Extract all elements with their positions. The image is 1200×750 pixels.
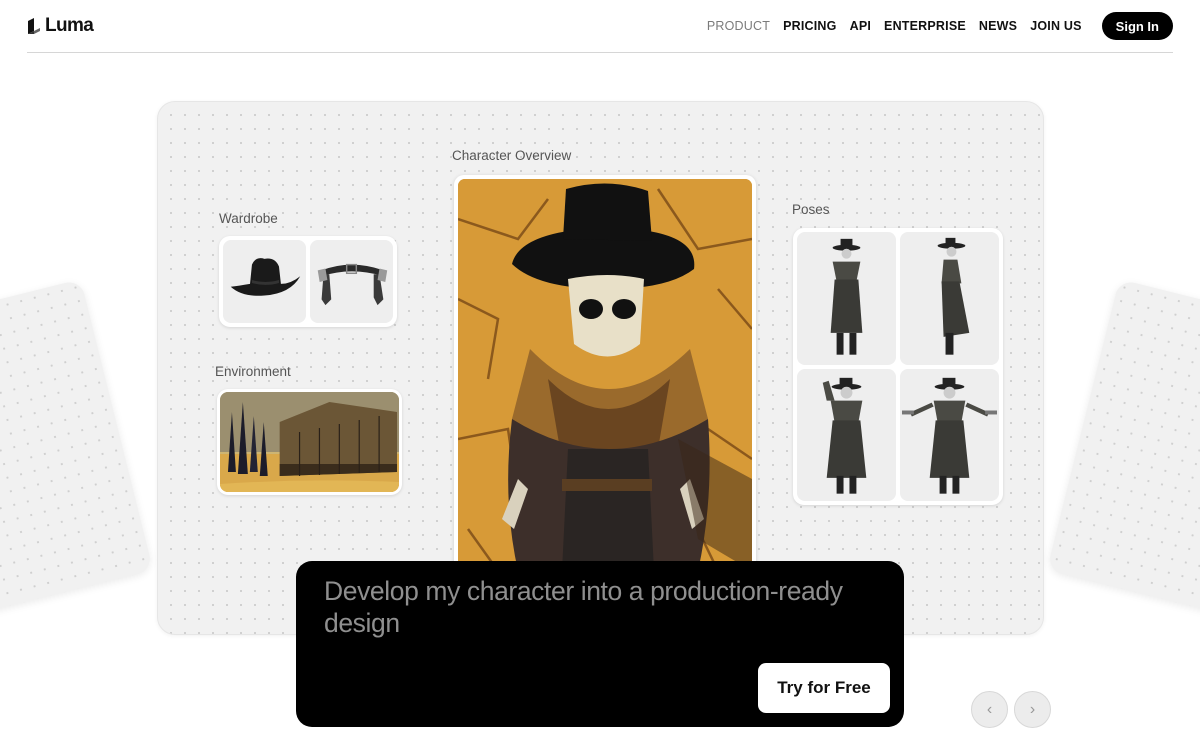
pose-hat-tip-tile[interactable] [797, 368, 896, 501]
chevron-left-icon: ‹ [986, 700, 993, 718]
nav-api[interactable]: API [850, 19, 871, 33]
environment-tiles [217, 389, 402, 495]
wardrobe-tiles [219, 236, 397, 327]
nav-pricing[interactable]: PRICING [783, 19, 837, 33]
gun-belt-image [317, 263, 388, 306]
skeleton-cowboy-image [458, 179, 752, 571]
try-for-free-button[interactable]: Try for Free [758, 663, 890, 713]
prompt-text: Develop my character into a production-r… [324, 576, 843, 638]
side-card-left [0, 279, 154, 621]
logo-text: Luma [45, 15, 94, 36]
sign-in-button[interactable]: Sign In [1101, 12, 1173, 40]
character-board: Wardrobe Environment Character Overview … [157, 101, 1044, 635]
carousel-next-button[interactable]: › [1014, 691, 1051, 728]
environment-tile[interactable] [220, 392, 399, 492]
page: Luma PRODUCT PRICING API ENTERPRISE NEWS… [0, 0, 1200, 750]
side-card-right [1046, 279, 1200, 621]
environment-label: Environment [215, 364, 291, 379]
pose-side-tile[interactable] [900, 232, 999, 365]
poses-label: Poses [792, 202, 830, 217]
pose-side-image [937, 237, 970, 355]
main-nav: PRODUCT PRICING API ENTERPRISE NEWS JOIN… [707, 12, 1173, 40]
pose-guns-tile[interactable] [900, 368, 999, 501]
pose-hat-tip-image [822, 377, 867, 494]
site-header: Luma PRODUCT PRICING API ENTERPRISE NEWS… [27, 0, 1173, 53]
pose-guns-image [901, 377, 998, 494]
nav-join-us[interactable]: JOIN US [1030, 19, 1081, 33]
nav-product[interactable]: PRODUCT [707, 19, 770, 33]
luma-logo-icon [28, 18, 40, 34]
wardrobe-label: Wardrobe [219, 211, 278, 226]
character-overview-card[interactable] [454, 175, 756, 575]
carousel-prev-button[interactable]: ‹ [971, 691, 1008, 728]
nav-news[interactable]: NEWS [979, 19, 1017, 33]
chevron-right-icon: › [1029, 700, 1036, 718]
wardrobe-hat-tile[interactable] [223, 240, 306, 323]
pose-front-tile[interactable] [797, 232, 896, 365]
logo[interactable]: Luma [27, 15, 94, 37]
pose-front-image [830, 238, 863, 355]
western-town-image [220, 392, 399, 492]
prompt-panel: Develop my character into a production-r… [296, 561, 904, 727]
character-overview-label: Character Overview [452, 148, 572, 163]
nav-enterprise[interactable]: ENTERPRISE [884, 19, 966, 33]
cowboy-hat-image [230, 258, 301, 296]
wardrobe-belt-tile[interactable] [310, 240, 393, 323]
poses-tiles [793, 228, 1003, 505]
